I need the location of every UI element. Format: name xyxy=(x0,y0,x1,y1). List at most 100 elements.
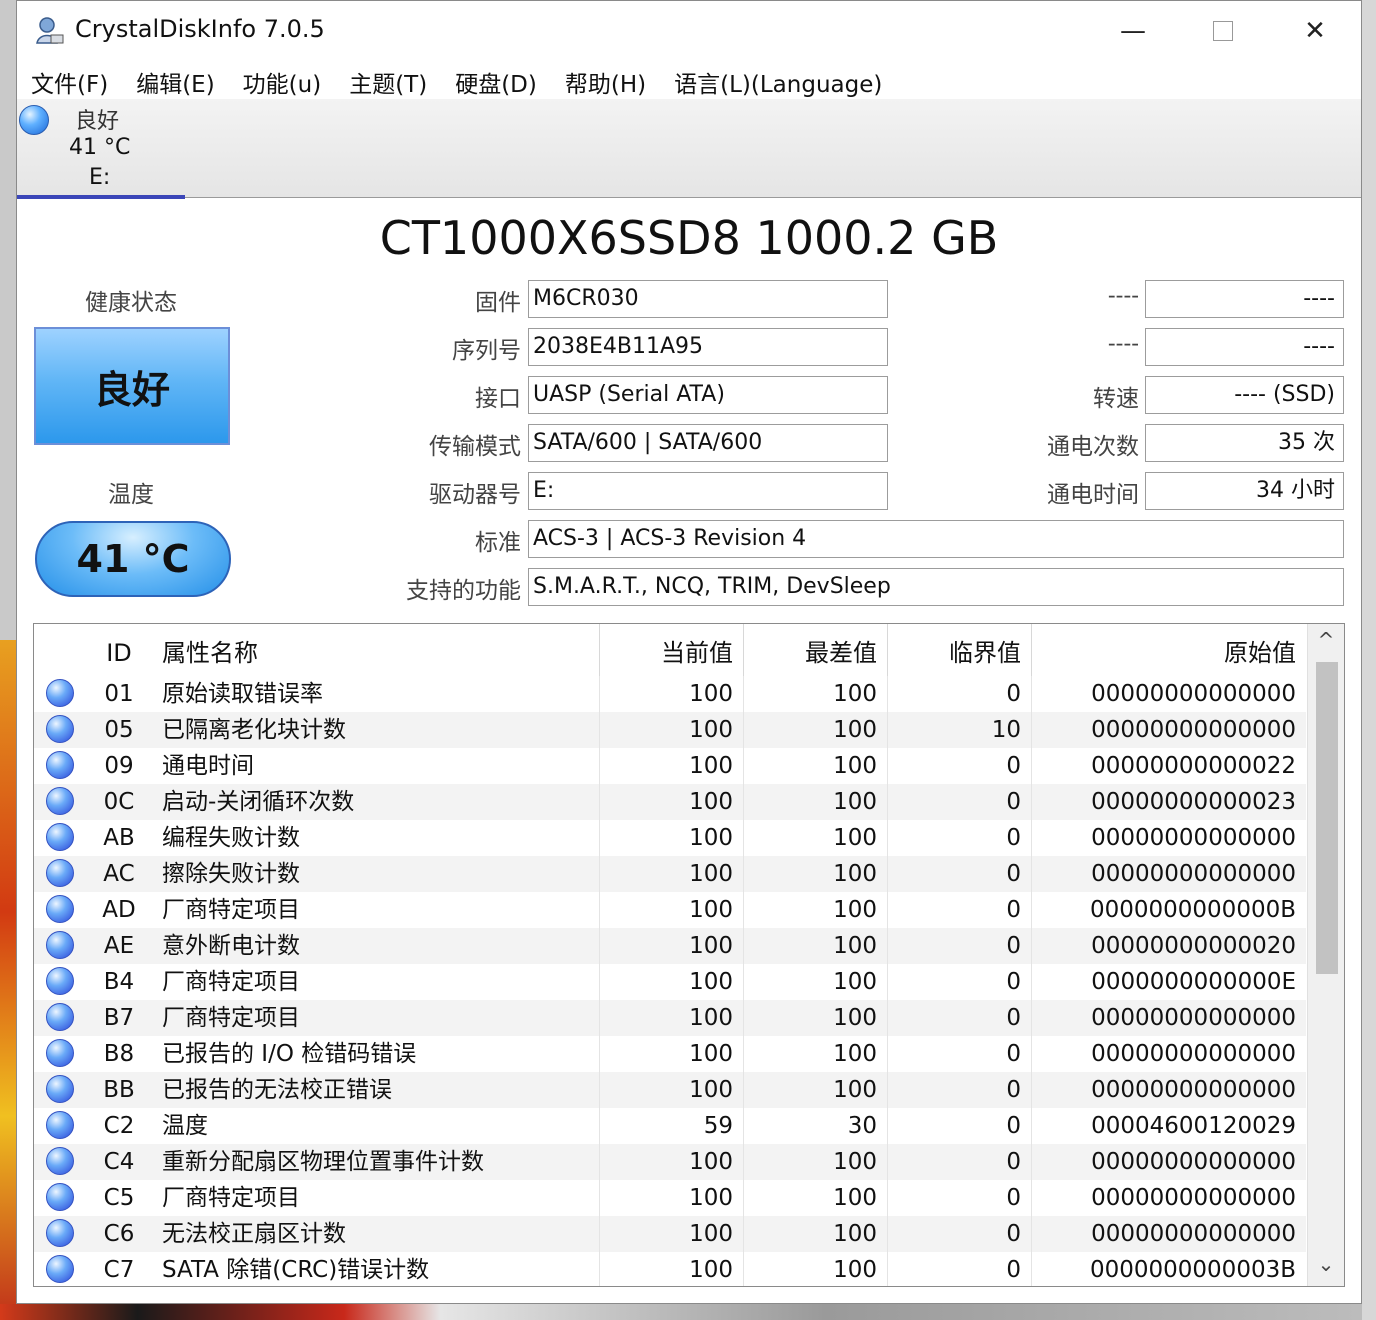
features-label: 支持的功能 xyxy=(406,578,521,604)
header-current[interactable]: 当前值 xyxy=(600,624,744,680)
table-row[interactable]: B7 厂商特定项目 100 100 0 00000000000000 xyxy=(34,1000,1306,1036)
attribute-worst: 30 xyxy=(744,1108,888,1144)
desktop-background-right xyxy=(1362,0,1376,1320)
status-good-dot-icon xyxy=(19,105,49,135)
table-row[interactable]: AB 编程失败计数 100 100 0 00000000000000 xyxy=(34,820,1306,856)
table-row[interactable]: AC 擦除失败计数 100 100 0 00000000000000 xyxy=(34,856,1306,892)
attribute-raw: 00000000000020 xyxy=(1091,933,1296,959)
attribute-worst: 100 xyxy=(744,1072,888,1108)
scroll-thumb[interactable] xyxy=(1316,662,1338,974)
disk-tab-e[interactable]: 良好 41 °C E: xyxy=(17,99,185,199)
temperature-label: 温度 xyxy=(108,482,154,508)
attribute-current: 100 xyxy=(600,892,744,928)
status-cell xyxy=(34,928,86,964)
attribute-current: 100 xyxy=(600,712,744,748)
attribute-threshold: 0 xyxy=(888,892,1032,928)
attribute-name: 厂商特定项目 xyxy=(148,964,600,1000)
menu-help[interactable]: 帮助(H) xyxy=(551,65,660,99)
status-good-dot-icon xyxy=(46,1039,74,1067)
table-row[interactable]: BB 已报告的无法校正错误 100 100 0 00000000000000 xyxy=(34,1072,1306,1108)
power-hours-field: 34 小时 xyxy=(1145,472,1344,510)
status-good-dot-icon xyxy=(46,1075,74,1103)
attribute-raw: 00000000000000 xyxy=(1091,1041,1296,1067)
table-row[interactable]: C5 厂商特定项目 100 100 0 00000000000000 xyxy=(34,1180,1306,1216)
header-name[interactable]: 属性名称 xyxy=(148,624,600,680)
attribute-raw: 00000000000000 xyxy=(1091,861,1296,887)
attribute-name: 意外断电计数 xyxy=(148,928,600,964)
status-cell xyxy=(34,712,86,748)
menu-disk[interactable]: 硬盘(D) xyxy=(441,65,551,99)
status-good-dot-icon xyxy=(46,1219,74,1247)
status-good-dot-icon xyxy=(46,823,74,851)
attribute-worst: 100 xyxy=(744,820,888,856)
menu-file[interactable]: 文件(F) xyxy=(17,65,122,99)
interface-field: UASP (Serial ATA) xyxy=(528,376,888,414)
minimize-button[interactable]: — xyxy=(1103,9,1163,53)
attribute-worst: 100 xyxy=(744,784,888,820)
header-threshold[interactable]: 临界值 xyxy=(888,624,1032,680)
disk-tab-status: 良好 xyxy=(75,109,120,134)
table-row[interactable]: 09 通电时间 100 100 0 00000000000022 xyxy=(34,748,1306,784)
table-row[interactable]: C4 重新分配扇区物理位置事件计数 100 100 0 00000000000000 xyxy=(34,1144,1306,1180)
close-button[interactable]: ✕ xyxy=(1285,9,1345,53)
attribute-raw: 00004600120029 xyxy=(1091,1113,1296,1139)
attribute-raw: 00000000000000 xyxy=(1091,1005,1296,1031)
table-row[interactable]: B8 已报告的 I/O 检错码错误 100 100 0 00000000000000 xyxy=(34,1036,1306,1072)
table-scrollbar[interactable]: ^ ⌄ xyxy=(1307,624,1344,1286)
features-field: S.M.A.R.T., NCQ, TRIM, DevSleep xyxy=(528,568,1344,606)
interface-label: 接口 xyxy=(475,386,521,412)
attribute-raw: 00000000000022 xyxy=(1091,753,1296,779)
table-row[interactable]: 01 原始读取错误率 100 100 0 00000000000000 xyxy=(34,676,1306,712)
scroll-down-icon[interactable]: ⌄ xyxy=(1308,1252,1344,1282)
attribute-threshold: 0 xyxy=(888,964,1032,1000)
disk-tab-letter: E: xyxy=(89,165,111,190)
desktop-background-left xyxy=(0,640,16,1320)
table-row[interactable]: AE 意外断电计数 100 100 0 00000000000020 xyxy=(34,928,1306,964)
header-status[interactable] xyxy=(34,624,86,680)
table-row[interactable]: 05 已隔离老化块计数 100 100 10 00000000000000 xyxy=(34,712,1306,748)
attribute-threshold: 0 xyxy=(888,748,1032,784)
table-row[interactable]: B4 厂商特定项目 100 100 0 0000000000000E xyxy=(34,964,1306,1000)
attribute-current: 100 xyxy=(600,856,744,892)
attribute-current: 100 xyxy=(600,1252,744,1286)
health-status-label: 健康状态 xyxy=(85,290,177,316)
health-status-button[interactable]: 良好 xyxy=(34,327,230,445)
attribute-raw: 00000000000000 xyxy=(1091,1221,1296,1247)
table-row[interactable]: AD 厂商特定项目 100 100 0 0000000000000B xyxy=(34,892,1306,928)
attribute-raw: 00000000000000 xyxy=(1091,825,1296,851)
temperature-indicator[interactable]: 41 °C xyxy=(35,521,231,597)
menu-bar: 文件(F) 编辑(E) 功能(u) 主题(T) 硬盘(D) 帮助(H) 语言(L… xyxy=(17,63,1361,101)
status-cell xyxy=(34,1000,86,1036)
attribute-threshold: 0 xyxy=(888,784,1032,820)
status-good-dot-icon xyxy=(46,715,74,743)
table-row[interactable]: C7 SATA 除错(CRC)错误计数 100 100 0 0000000000003B xyxy=(34,1252,1306,1286)
table-row[interactable]: C2 温度 59 30 0 00004600120029 xyxy=(34,1108,1306,1144)
header-id[interactable]: ID xyxy=(86,624,148,680)
attribute-id: C2 xyxy=(103,1113,135,1139)
menu-theme[interactable]: 主题(T) xyxy=(335,65,441,99)
maximize-button[interactable] xyxy=(1193,9,1253,53)
table-row[interactable]: C6 无法校正扇区计数 100 100 0 00000000000000 xyxy=(34,1216,1306,1252)
header-raw[interactable]: 原始值 xyxy=(1032,624,1306,680)
unknown-1-field: ---- xyxy=(1145,280,1344,318)
menu-function[interactable]: 功能(u) xyxy=(229,65,336,99)
attribute-id: BB xyxy=(103,1077,135,1103)
attribute-id: 01 xyxy=(104,681,134,707)
status-good-dot-icon xyxy=(46,1111,74,1139)
attribute-threshold: 0 xyxy=(888,676,1032,712)
attribute-worst: 100 xyxy=(744,1216,888,1252)
scroll-up-icon[interactable]: ^ xyxy=(1308,628,1344,658)
status-good-dot-icon xyxy=(46,679,74,707)
header-worst[interactable]: 最差值 xyxy=(744,624,888,680)
attribute-current: 100 xyxy=(600,1072,744,1108)
table-row[interactable]: 0C 启动-关闭循环次数 100 100 0 00000000000023 xyxy=(34,784,1306,820)
menu-language[interactable]: 语言(L)(Language) xyxy=(660,65,896,99)
attribute-raw: 00000000000000 xyxy=(1091,1077,1296,1103)
attribute-raw: 00000000000000 xyxy=(1091,681,1296,707)
menu-edit[interactable]: 编辑(E) xyxy=(122,65,228,99)
attribute-current: 100 xyxy=(600,1036,744,1072)
attribute-worst: 100 xyxy=(744,856,888,892)
attribute-threshold: 0 xyxy=(888,1144,1032,1180)
disk-model-title: CT1000X6SSD8 1000.2 GB xyxy=(379,211,999,265)
attribute-name: 温度 xyxy=(148,1108,600,1144)
